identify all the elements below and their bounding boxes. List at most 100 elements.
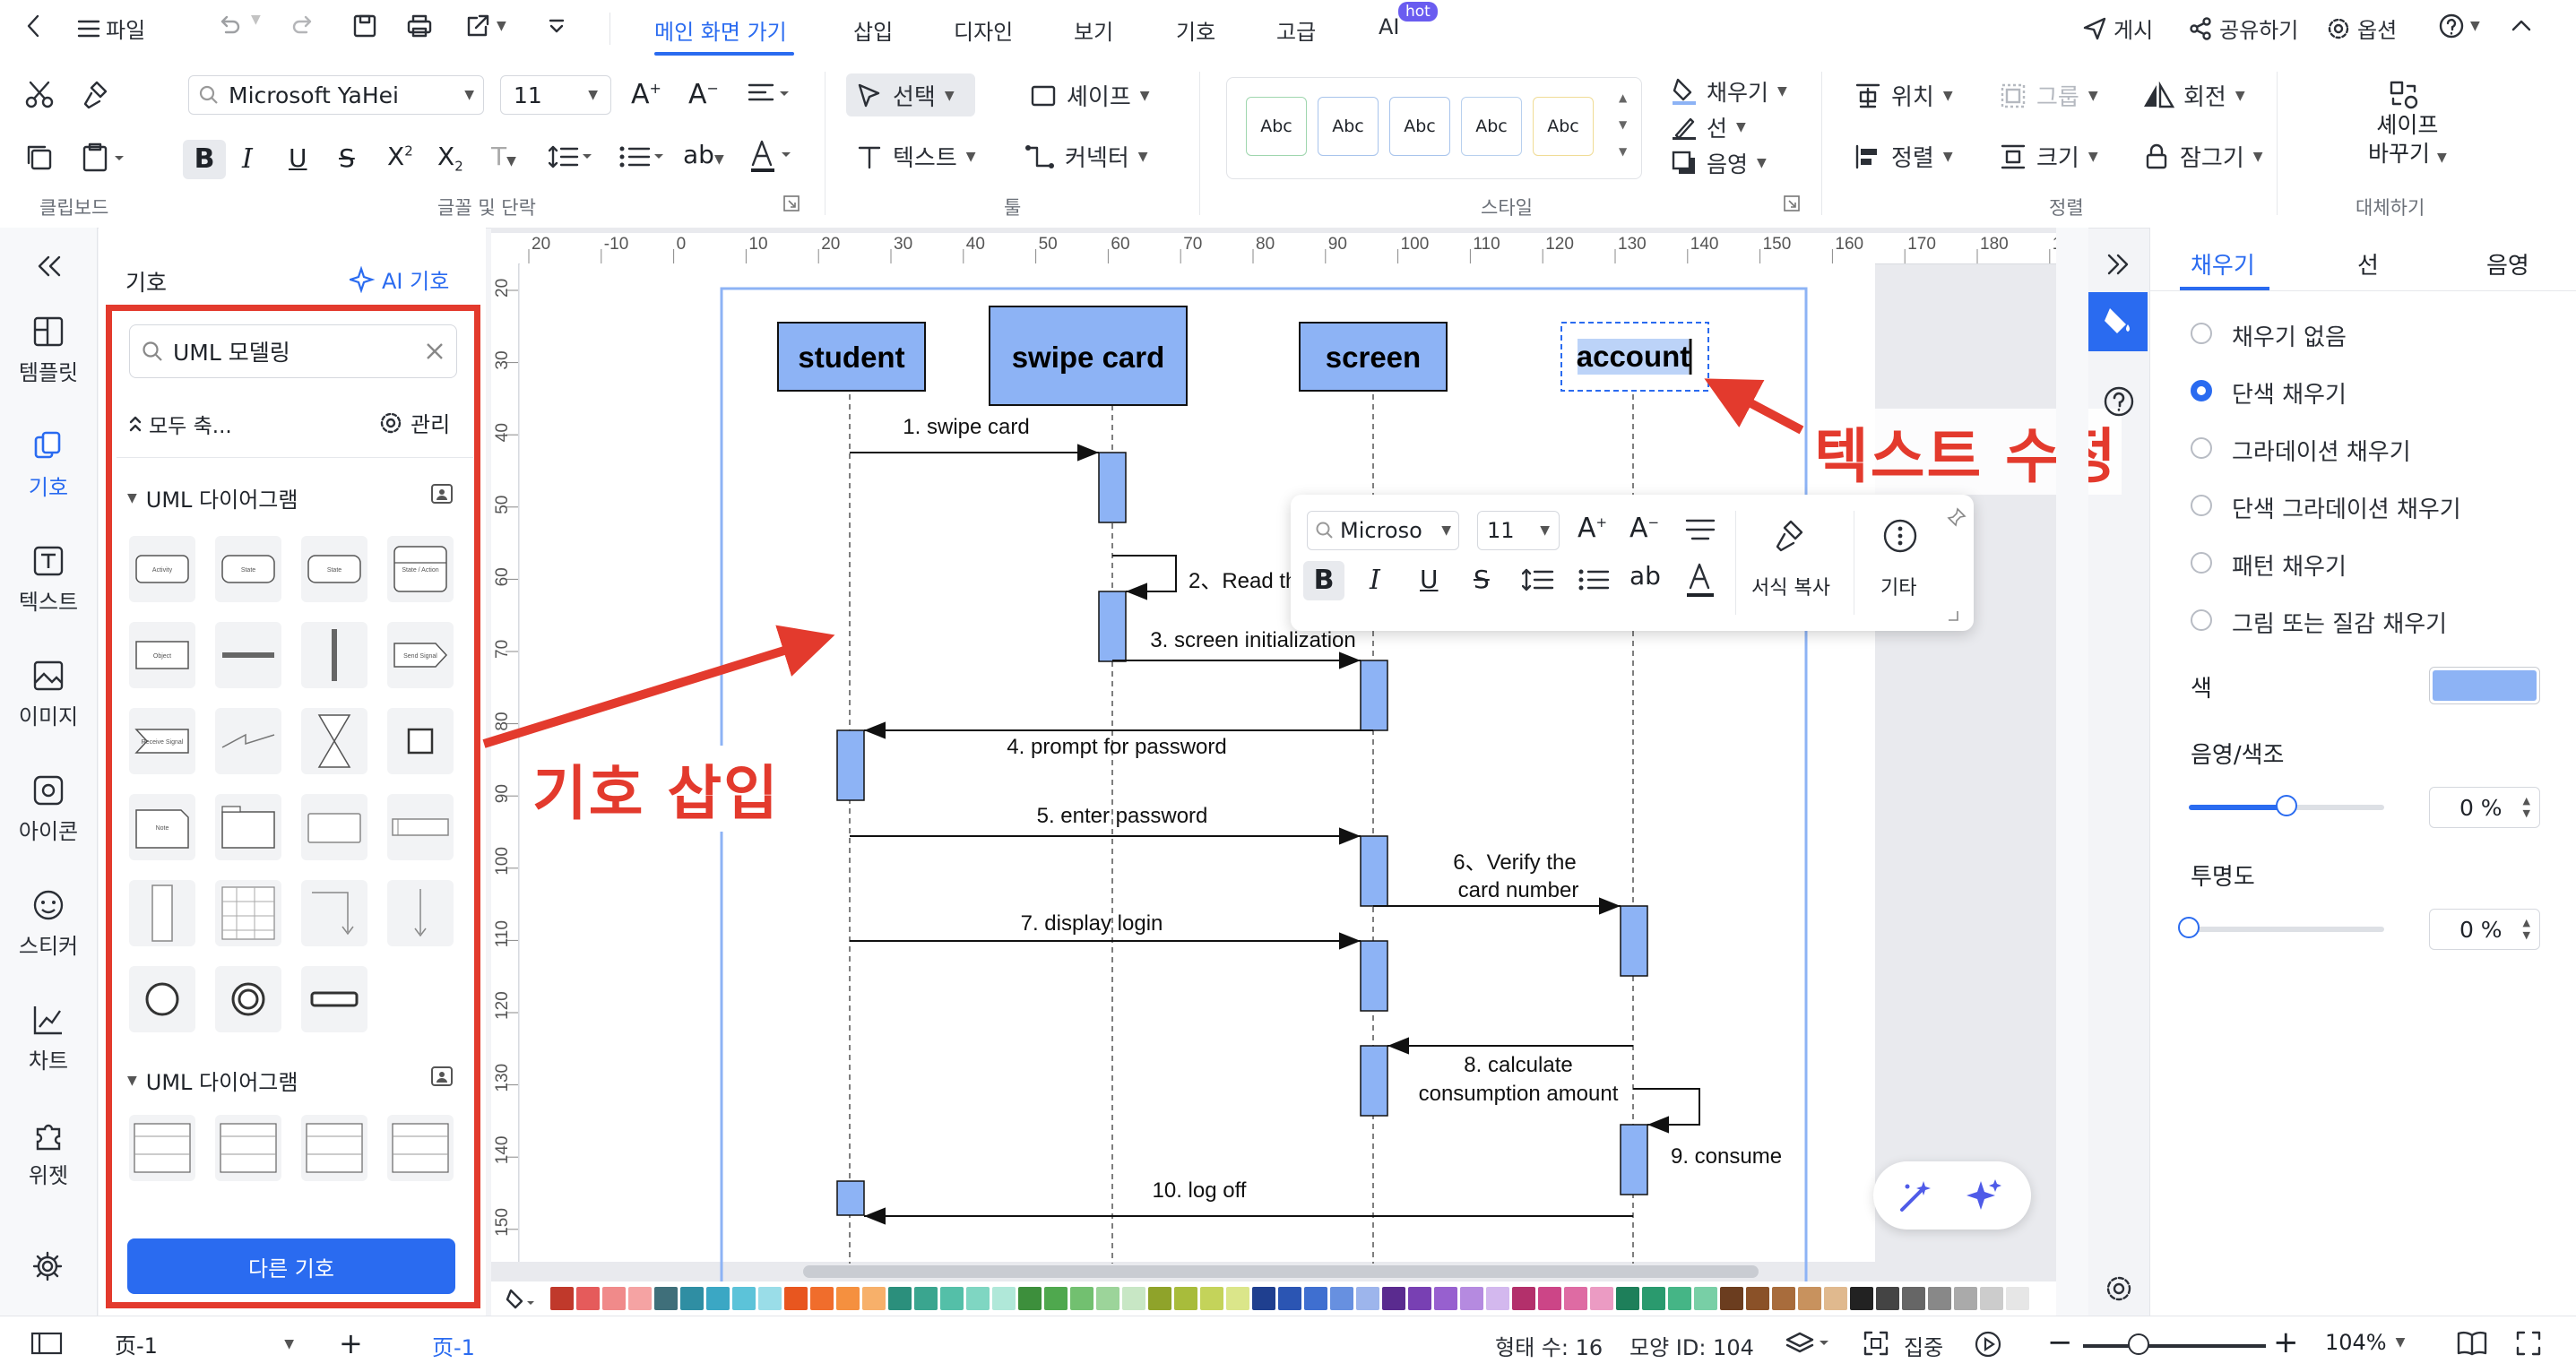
- panel-settings-icon[interactable]: [2103, 1273, 2135, 1305]
- shade-slider-knob[interactable]: [2276, 795, 2297, 816]
- color-swatch-item[interactable]: [1824, 1287, 1847, 1310]
- color-swatch-item[interactable]: [1356, 1287, 1379, 1310]
- color-swatch-item[interactable]: [602, 1287, 626, 1310]
- color-swatch-item[interactable]: [1304, 1287, 1327, 1310]
- color-swatch-item[interactable]: [1148, 1287, 1171, 1310]
- float-bullet-list-icon[interactable]: [1578, 566, 1610, 593]
- float-more-label[interactable]: 기타: [1880, 572, 1916, 600]
- color-swatch-item[interactable]: [940, 1287, 964, 1310]
- pin-icon[interactable]: [1947, 507, 1967, 527]
- color-swatch-item[interactable]: [1044, 1287, 1068, 1310]
- color-swatch-item[interactable]: [2006, 1287, 2029, 1310]
- float-line-spacing-icon[interactable]: [1522, 566, 1556, 593]
- activation-box[interactable]: [1360, 660, 1388, 731]
- focus-label[interactable]: 집중: [1904, 1330, 1943, 1361]
- activation-box[interactable]: [1620, 1124, 1648, 1195]
- fill-option-label[interactable]: 단색 그라데이션 채우기: [2232, 491, 2461, 524]
- color-swatch-item[interactable]: [810, 1287, 834, 1310]
- color-swatch-item[interactable]: [732, 1287, 756, 1310]
- fill-option-label[interactable]: 패턴 채우기: [2232, 548, 2347, 582]
- fill-panel-tab-icon[interactable]: [2088, 292, 2148, 351]
- fill-option-label[interactable]: 그림 또는 질감 채우기: [2232, 606, 2447, 639]
- color-swatch-item[interactable]: [758, 1287, 782, 1310]
- activation-box[interactable]: [1360, 1045, 1388, 1117]
- fill-bucket-icon[interactable]: [506, 1287, 538, 1312]
- page-panel-toggle-icon[interactable]: [30, 1330, 63, 1357]
- color-swatch-item[interactable]: [654, 1287, 678, 1310]
- stepper-icon[interactable]: ▲ ▼: [2523, 795, 2530, 820]
- expand-panel-icon[interactable]: [2105, 253, 2131, 276]
- message-arrow-2[interactable]: [1112, 555, 1177, 600]
- zoom-in-icon[interactable]: +: [2273, 1325, 2299, 1360]
- color-swatch-item[interactable]: [1226, 1287, 1249, 1310]
- color-swatch-item[interactable]: [1538, 1287, 1561, 1310]
- add-page-icon[interactable]: +: [339, 1326, 363, 1360]
- float-increase-font-icon[interactable]: A+: [1578, 513, 1607, 544]
- zoom-slider[interactable]: [2083, 1333, 2266, 1355]
- color-swatch-item[interactable]: [784, 1287, 808, 1310]
- float-font-select[interactable]: Microso ▼: [1307, 511, 1459, 550]
- color-swatch-item[interactable]: [1954, 1287, 1977, 1310]
- fill-option-label[interactable]: 채우기 없음: [2232, 319, 2347, 352]
- color-swatch-item[interactable]: [1694, 1287, 1717, 1310]
- color-swatch-item[interactable]: [1252, 1287, 1275, 1310]
- color-swatch-item[interactable]: [1902, 1287, 1925, 1310]
- zoom-slider-knob[interactable]: [2128, 1333, 2149, 1355]
- transparency-input[interactable]: 0 % ▲ ▼: [2429, 909, 2540, 950]
- float-text-case-icon[interactable]: ab: [1629, 561, 1661, 591]
- color-swatch-item[interactable]: [1564, 1287, 1587, 1310]
- color-swatch-item[interactable]: [1486, 1287, 1509, 1310]
- color-swatch-item[interactable]: [1772, 1287, 1795, 1310]
- color-swatch-item[interactable]: [1278, 1287, 1301, 1310]
- color-swatch-item[interactable]: [1642, 1287, 1665, 1310]
- fill-option-radio[interactable]: [2191, 552, 2212, 574]
- color-swatch-item[interactable]: [1798, 1287, 1821, 1310]
- color-swatch-item[interactable]: [1928, 1287, 1951, 1310]
- color-swatch-item[interactable]: [550, 1287, 574, 1310]
- color-swatch-item[interactable]: [836, 1287, 860, 1310]
- panel-tab-line[interactable]: 선: [2357, 247, 2379, 280]
- layers-icon[interactable]: [1785, 1330, 1832, 1357]
- color-swatch-item[interactable]: [1434, 1287, 1457, 1310]
- panel-tab-shadow[interactable]: 음영: [2486, 247, 2529, 280]
- float-font-color-icon[interactable]: [1683, 559, 1719, 600]
- color-swatch-item[interactable]: [1850, 1287, 1873, 1310]
- page-select[interactable]: 页-1 ▼: [115, 1328, 294, 1359]
- fill-option-label[interactable]: 그라데이션 채우기: [2232, 434, 2411, 467]
- color-swatch-item[interactable]: [992, 1287, 1016, 1310]
- fill-option-radio[interactable]: [2191, 380, 2212, 401]
- color-swatch-item[interactable]: [1382, 1287, 1405, 1310]
- help-circle-icon[interactable]: [2103, 385, 2135, 418]
- shade-slider-track[interactable]: [2189, 795, 2384, 816]
- color-swatch-item[interactable]: [1408, 1287, 1431, 1310]
- focus-icon[interactable]: [1863, 1330, 1889, 1357]
- float-format-copy-label[interactable]: 서식 복사: [1751, 572, 1830, 600]
- play-icon[interactable]: [1974, 1330, 2002, 1359]
- color-swatch-item[interactable]: [1668, 1287, 1691, 1310]
- fill-option-radio[interactable]: [2191, 495, 2212, 516]
- fill-option-radio[interactable]: [2191, 609, 2212, 631]
- activation-box[interactable]: [1098, 452, 1127, 523]
- color-swatch-item[interactable]: [1460, 1287, 1483, 1310]
- ai-magic-wand-icon[interactable]: [1897, 1176, 1936, 1215]
- color-swatch-item[interactable]: [1720, 1287, 1743, 1310]
- zoom-out-icon[interactable]: −: [2047, 1325, 2073, 1360]
- ai-sparkle-icon[interactable]: [1965, 1176, 2004, 1215]
- color-swatch-item[interactable]: [1616, 1287, 1639, 1310]
- color-swatch-item[interactable]: [862, 1287, 886, 1310]
- lifeline-label-account[interactable]: account: [1577, 340, 1690, 373]
- float-strikethrough-button[interactable]: S: [1474, 565, 1490, 594]
- panel-tab-fill[interactable]: 채우기: [2191, 247, 2255, 280]
- color-swatch-item[interactable]: [1200, 1287, 1223, 1310]
- fill-option-label[interactable]: 단색 채우기: [2232, 376, 2347, 410]
- float-italic-button[interactable]: I: [1370, 565, 1380, 596]
- activation-box[interactable]: [836, 729, 865, 801]
- color-swatch-item[interactable]: [1512, 1287, 1535, 1310]
- color-swatch-item[interactable]: [628, 1287, 652, 1310]
- color-swatch-item[interactable]: [1096, 1287, 1119, 1310]
- shade-input[interactable]: 0 % ▲ ▼: [2429, 787, 2540, 828]
- color-swatch-item[interactable]: [1018, 1287, 1042, 1310]
- color-swatch-item[interactable]: [888, 1287, 912, 1310]
- color-swatch-item[interactable]: [914, 1287, 938, 1310]
- color-swatch-item[interactable]: [706, 1287, 730, 1310]
